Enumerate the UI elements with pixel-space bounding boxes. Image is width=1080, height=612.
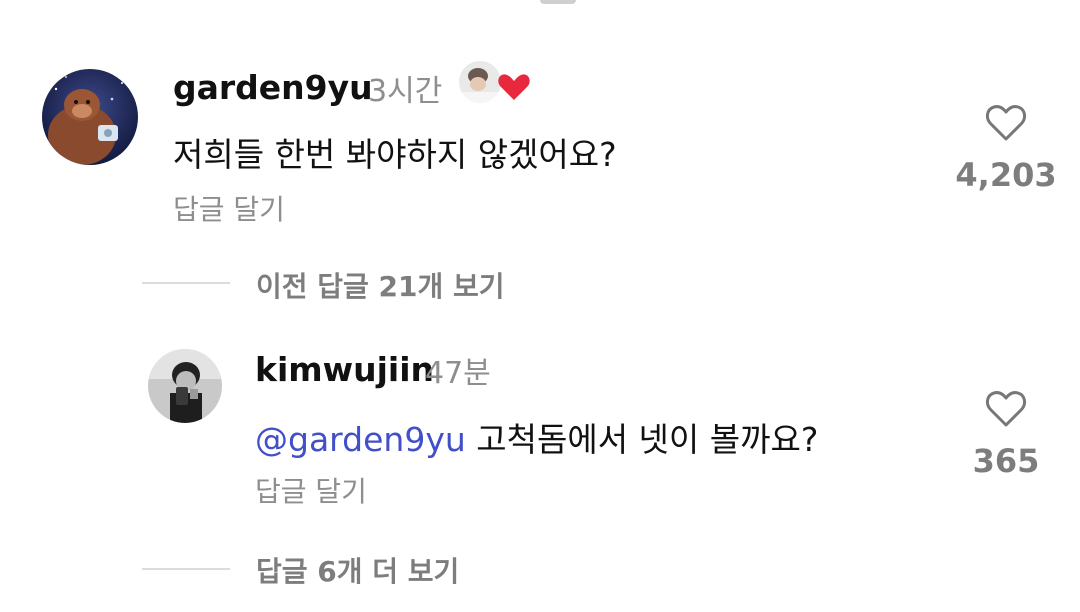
- mirror-selfie-avatar-icon: [148, 349, 222, 423]
- thread-divider: [142, 568, 230, 570]
- comment-username[interactable]: garden9yu: [173, 68, 373, 107]
- comment-timestamp: 47분: [425, 356, 491, 391]
- thread-divider: [142, 282, 230, 284]
- like-group: 4,203: [951, 102, 1061, 194]
- avatar-kimwujiin[interactable]: [148, 349, 222, 423]
- reply-button[interactable]: 답글 달기: [255, 470, 367, 510]
- avatar-garden9yu[interactable]: [42, 69, 138, 165]
- comment-text-row: @garden9yu 고척돔에서 넷이 볼까요?: [255, 413, 818, 461]
- comment-text: 고척돔에서 넷이 볼까요?: [465, 420, 819, 459]
- comment-text: 저희들 한번 봐야하지 않겠어요?: [173, 135, 617, 174]
- view-more-replies-button[interactable]: 답글 6개 더 보기: [256, 550, 459, 590]
- creator-heart-badge-icon: [457, 59, 530, 105]
- mention-link[interactable]: @garden9yu: [255, 420, 466, 459]
- reply-button[interactable]: 답글 달기: [173, 188, 285, 228]
- comments-page: garden9yu 3시간 저희들 한번 봐야하지 않겠어요? 답글 달기 4,…: [0, 0, 1080, 612]
- view-previous-replies-button[interactable]: 이전 답글 21개 보기: [256, 265, 505, 305]
- comment-username[interactable]: kimwujiin: [255, 350, 434, 389]
- like-count: 365: [972, 442, 1040, 480]
- like-group: 365: [951, 388, 1061, 480]
- heart-icon[interactable]: [984, 102, 1028, 142]
- comment-timestamp: 3시간: [368, 74, 443, 109]
- like-count: 4,203: [955, 156, 1057, 194]
- orangutan-avatar-icon: [42, 69, 138, 165]
- heart-icon[interactable]: [984, 388, 1028, 428]
- drag-handle[interactable]: [540, 0, 576, 4]
